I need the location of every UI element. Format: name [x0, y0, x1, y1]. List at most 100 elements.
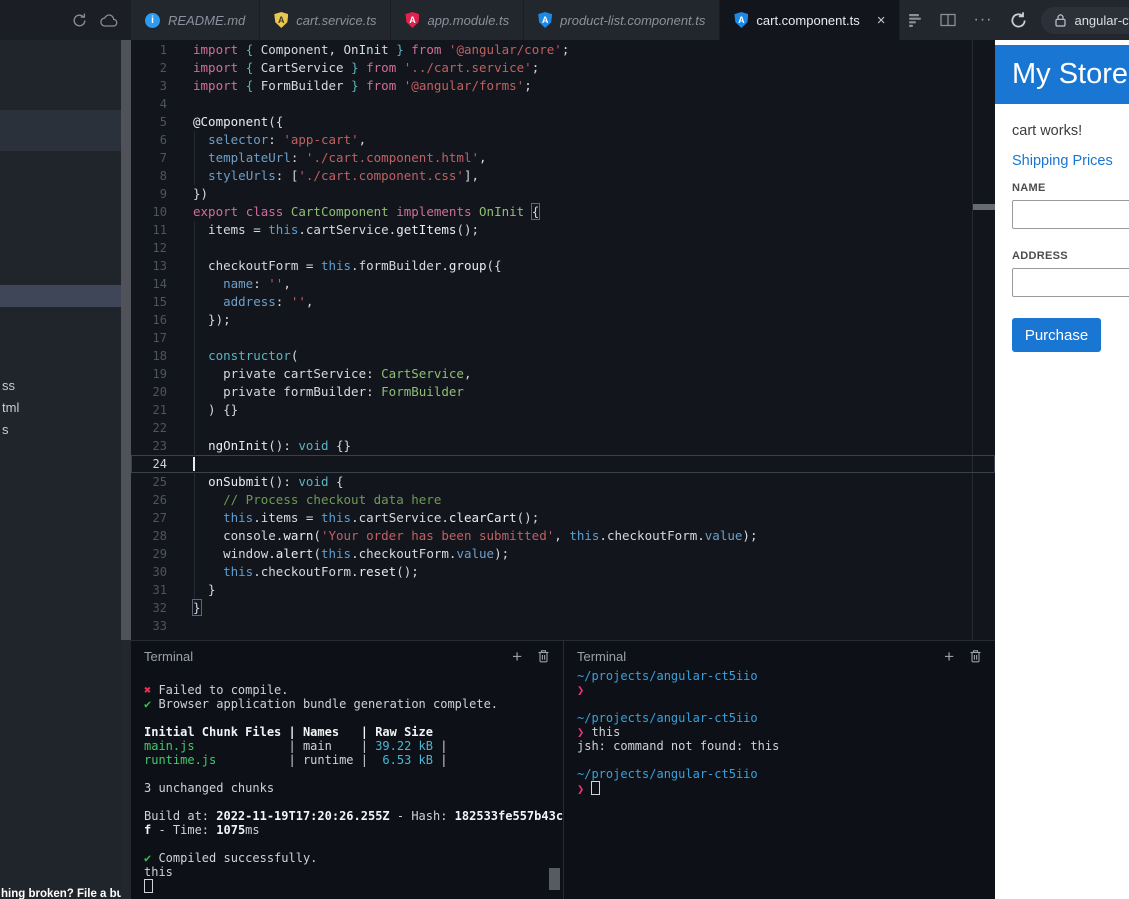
purchase-button[interactable]: Purchase: [1012, 318, 1101, 352]
name-label: NAME: [1012, 182, 1046, 194]
address-field[interactable]: [1012, 268, 1129, 297]
terminal-line: Build at: 2022-11-19T17:20:26.255Z - Has…: [144, 809, 563, 823]
code-line-13: 13 checkoutForm = this.formBuilder.group…: [131, 257, 995, 275]
info-icon: i: [145, 12, 160, 28]
code-line-18: 18 constructor(: [131, 347, 995, 365]
trash-icon[interactable]: [969, 649, 982, 663]
terminal-line: ❯: [577, 781, 995, 796]
topbar-left-actions: [0, 0, 131, 40]
tab-label: cart.service.ts: [296, 12, 377, 28]
code-line-23: 23 ngOnInit(): void {}: [131, 437, 995, 455]
tab-cart.component.ts[interactable]: Acart.component.ts ×: [720, 0, 901, 40]
preview-url-text: angular-ct5: [1074, 12, 1129, 28]
sidebar-file-item[interactable]: s: [2, 422, 9, 437]
top-bar: i README.md Acart.service.ts Aapp.module.ts…: [0, 0, 1129, 40]
sync-icon[interactable]: [71, 12, 88, 29]
terminal-line: 3 unchanged chunks: [144, 781, 275, 795]
angular-shield-icon: A: [405, 12, 420, 28]
terminal-left-pane[interactable]: Terminal + ✖ Failed to compile. ✔ Browser…: [131, 641, 563, 899]
app-preview-pane: My Store cart works! Shipping Prices NAM…: [995, 40, 1129, 899]
close-tab-icon[interactable]: ×: [877, 13, 886, 28]
terminal-right-pane[interactable]: Terminal + ~/projects/angular-ct5iio ❯ ~/p…: [563, 641, 995, 899]
terminal-line: ❯: [577, 683, 585, 697]
line-number: 15: [152, 295, 167, 309]
line-number: 8: [159, 169, 167, 183]
more-actions-icon[interactable]: ···: [973, 11, 992, 29]
split-editor-icon[interactable]: [940, 13, 957, 27]
angular-shield-icon: A: [538, 12, 553, 28]
sidebar-hover-row[interactable]: [0, 110, 121, 151]
terminal-line: ~/projects/angular-ct5iio: [577, 711, 758, 725]
line-number: 12: [152, 241, 167, 255]
tab-cart.service.ts[interactable]: Acart.service.ts: [260, 0, 392, 40]
terminal-line: runtime.js | runtime | 6.53 kB |: [144, 753, 448, 767]
sidebar-file-item[interactable]: tml: [2, 400, 19, 415]
sidebar-resize-handle-lower: [121, 640, 131, 899]
shipping-prices-link[interactable]: Shipping Prices: [1012, 153, 1113, 169]
code-line-1: 1 import { Component, OnInit } from '@ang…: [131, 41, 995, 59]
terminal-line: ~/projects/angular-ct5iio: [577, 767, 758, 781]
line-number: 10: [152, 205, 167, 219]
ide-window: { "topbar": { "tabs": [ {"label": "READM…: [0, 0, 1129, 899]
tab-label: README.md: [168, 12, 246, 28]
code-line-6: 6 selector: 'app-cart',: [131, 131, 995, 149]
tab-product-list.component.ts[interactable]: Aproduct-list.component.ts: [524, 0, 721, 40]
tab-label: product-list.component.ts: [560, 12, 706, 28]
file-tree-sidebar: ss tml s hing broken? File a bug!: [0, 40, 121, 899]
preview-url-bar[interactable]: angular-ct5: [1041, 6, 1129, 34]
sidebar-selected-row[interactable]: [0, 285, 121, 307]
tab-README.md[interactable]: i README.md: [131, 0, 261, 40]
code-line-28: 28 console.warn('Your order has been sub…: [131, 527, 995, 545]
tab-label: app.module.ts: [427, 12, 510, 28]
code-line-19: 19 private cartService: CartService,: [131, 365, 995, 383]
line-number: 30: [152, 565, 167, 579]
code-line-8: 8 styleUrls: ['./cart.component.css'],: [131, 167, 995, 185]
name-field[interactable]: [1012, 200, 1129, 229]
code-line-24: 24: [131, 455, 995, 473]
code-line-22: 22: [131, 419, 995, 437]
sidebar-resize-handle[interactable]: [121, 40, 131, 640]
terminal-line: ✔ Compiled successfully.: [144, 851, 318, 865]
code-line-25: 25 onSubmit(): void {: [131, 473, 995, 491]
cart-works-text: cart works!: [1012, 123, 1083, 139]
line-number: 2: [159, 61, 167, 75]
code-line-29: 29 window.alert(this.checkoutForm.value)…: [131, 545, 995, 563]
cloud-fork-icon[interactable]: [100, 13, 119, 28]
code-line-9: 9}): [131, 185, 995, 203]
terminal-line: Initial Chunk Files | Names | Raw Size: [144, 725, 433, 739]
text-cursor: [193, 457, 195, 471]
code-line-14: 14 name: '',: [131, 275, 995, 293]
code-line-7: 7 templateUrl: './cart.component.html',: [131, 149, 995, 167]
code-line-27: 27 this.items = this.cartService.clearCa…: [131, 509, 995, 527]
reload-preview-icon[interactable]: [1009, 11, 1028, 30]
line-number: 32: [152, 601, 167, 615]
code-line-31: 31 }: [131, 581, 995, 599]
code-line-21: 21 ) {}: [131, 401, 995, 419]
terminal-line: ~/projects/angular-ct5iio: [577, 669, 758, 683]
code-line-11: 11 items = this.cartService.getItems();: [131, 221, 995, 239]
terminal-line: this: [144, 865, 173, 879]
file-a-bug-link[interactable]: hing broken? File a bug!: [1, 888, 121, 899]
code-editor[interactable]: 1 import { Component, OnInit } from '@ang…: [131, 40, 995, 640]
code-line-3: 3 import { FormBuilder } from '@angular/f…: [131, 77, 995, 95]
new-terminal-icon[interactable]: +: [944, 648, 954, 665]
line-number: 6: [159, 133, 167, 147]
prettier-icon[interactable]: [908, 13, 923, 28]
store-header: My Store: [995, 45, 1129, 104]
tab-bar: i README.md Acart.service.ts Aapp.module.ts…: [131, 0, 901, 40]
code-line-5: 5 @Component({: [131, 113, 995, 131]
address-label: ADDRESS: [1012, 250, 1068, 262]
sidebar-file-item[interactable]: ss: [2, 378, 15, 393]
new-terminal-icon[interactable]: +: [512, 648, 522, 665]
tab-app.module.ts[interactable]: Aapp.module.ts: [391, 0, 525, 40]
trash-icon[interactable]: [537, 649, 550, 663]
terminal-line: [144, 879, 563, 893]
line-number: 22: [152, 421, 167, 435]
line-number: 16: [152, 313, 167, 327]
line-number: 7: [159, 151, 167, 165]
terminal-scrollbar-thumb[interactable]: [549, 868, 560, 890]
